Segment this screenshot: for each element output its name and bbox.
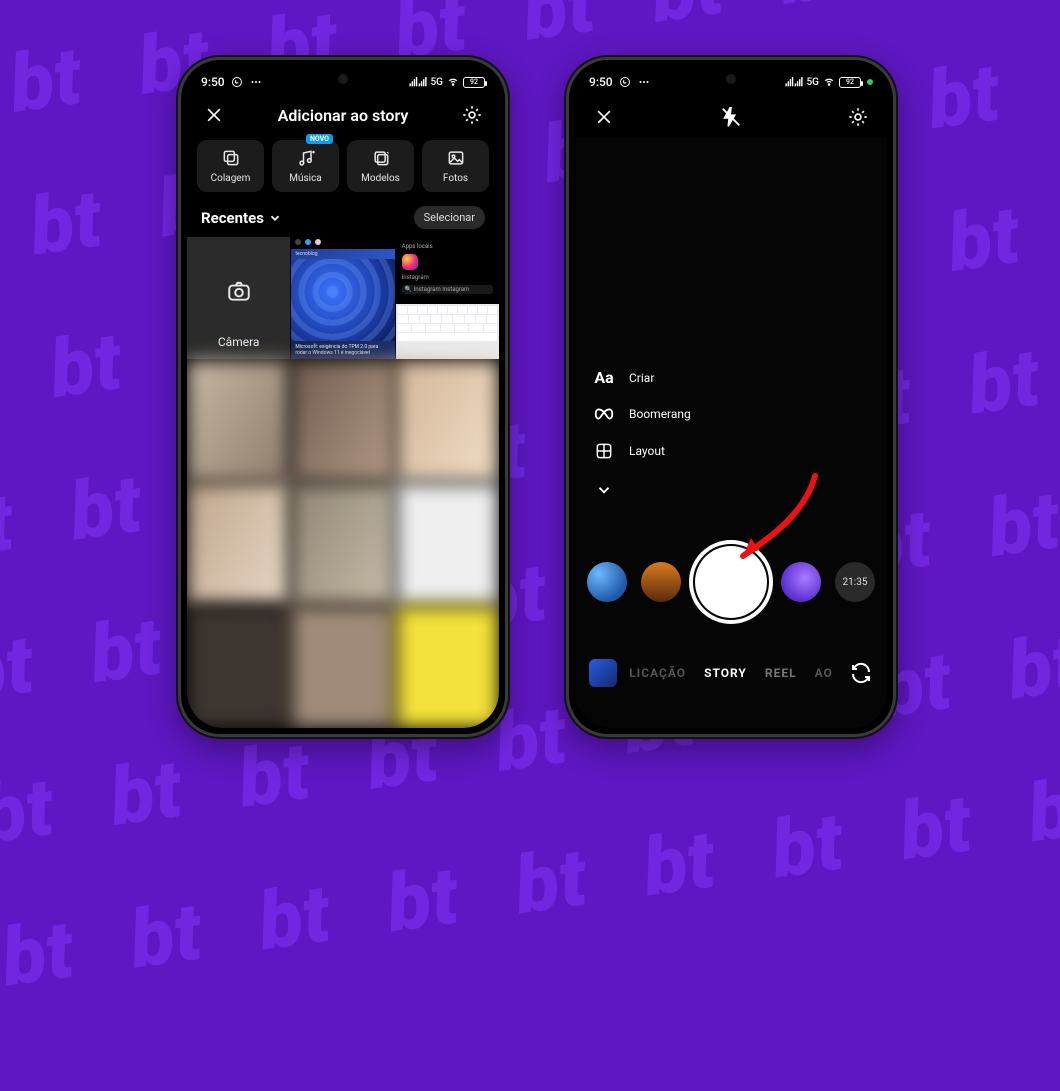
more-status-icon — [637, 76, 651, 88]
battery-icon: 92 — [839, 77, 861, 88]
gallery-thumb-blurred[interactable] — [291, 360, 394, 482]
gallery-thumb-2[interactable]: Apps locais Instagram 🔍 Instagram Instag… — [396, 237, 499, 359]
tab-modelos[interactable]: Modelos — [347, 140, 414, 192]
status-bar: 9:50 5G 92 — [575, 66, 887, 94]
option-boomerang[interactable]: Boomerang — [593, 407, 691, 421]
close-icon[interactable] — [591, 104, 617, 130]
layout-grid-icon — [593, 441, 615, 461]
whatsapp-status-icon — [619, 76, 631, 88]
open-camera-cell[interactable]: Câmera — [187, 237, 290, 359]
switch-camera-icon[interactable] — [849, 661, 873, 685]
templates-icon — [371, 148, 391, 168]
instagram-app-icon — [402, 254, 418, 270]
close-icon[interactable] — [201, 102, 227, 128]
filter-lens-1[interactable] — [587, 562, 627, 602]
camera-label: Câmera — [218, 335, 260, 349]
option-criar[interactable]: Aa Criar — [593, 368, 691, 387]
tab-colagem[interactable]: Colagem — [197, 140, 264, 192]
status-bar: 9:50 5G 92 — [187, 66, 499, 94]
thumb-brand-label: tecnoblog — [291, 249, 394, 259]
lens-4-label: 21:35 — [843, 577, 868, 588]
phone-left: 9:50 5G 92 Adicionar ao story — [178, 57, 508, 737]
wifi-icon — [823, 77, 835, 87]
option-layout[interactable]: Layout — [593, 441, 691, 461]
select-multiple-button[interactable]: Selecionar — [414, 206, 485, 229]
settings-gear-icon[interactable] — [459, 102, 485, 128]
gallery-thumb-1[interactable]: tecnoblog Microsoft: exigência do TPM 2.… — [291, 237, 394, 359]
tab-modelos-label: Modelos — [361, 173, 400, 184]
battery-icon: 92 — [463, 77, 485, 88]
filter-lens-2[interactable] — [641, 562, 681, 602]
mode-publicacao[interactable]: LICAÇÃO — [629, 666, 686, 680]
more-status-icon — [249, 76, 263, 88]
gallery-shortcut-thumb[interactable] — [589, 659, 617, 687]
tab-musica[interactable]: NOVO Música — [272, 140, 339, 192]
option-boomerang-label: Boomerang — [629, 407, 691, 421]
photos-icon — [446, 148, 466, 168]
infinity-icon — [593, 407, 615, 421]
side-options: Aa Criar Boomerang Layout — [593, 368, 691, 499]
mode-story[interactable]: STORY — [704, 666, 747, 680]
tab-musica-label: Música — [289, 173, 322, 184]
screen-left: 9:50 5G 92 Adicionar ao story — [187, 66, 499, 728]
option-layout-label: Layout — [629, 444, 665, 458]
thumb-apps-label: Apps locais — [402, 243, 493, 250]
shutter-button[interactable] — [695, 546, 767, 618]
gallery-thumb-blurred[interactable] — [187, 483, 290, 605]
gallery-thumb-blurred[interactable] — [396, 483, 499, 605]
signal-5g-dual-icon — [409, 77, 427, 87]
filter-lens-3[interactable] — [781, 562, 821, 602]
recents-dropdown[interactable]: Recentes — [201, 209, 282, 227]
create-tabs: Colagem NOVO Música Modelos Fotos — [187, 134, 499, 202]
collage-icon — [221, 148, 241, 168]
story-header: Adicionar ao story — [187, 94, 499, 134]
gallery-thumb-blurred[interactable] — [187, 606, 290, 728]
screen-right: 9:50 5G 92 — [575, 66, 887, 728]
option-expand[interactable] — [593, 481, 691, 499]
gallery-thumb-blurred[interactable] — [396, 360, 499, 482]
chevron-down-icon — [268, 211, 282, 225]
whatsapp-status-icon — [231, 76, 243, 88]
tab-colagem-label: Colagem — [211, 173, 251, 184]
novo-badge: NOVO — [306, 134, 333, 144]
signal-5g-dual-icon — [785, 77, 803, 87]
text-aa-icon: Aa — [593, 368, 615, 387]
chevron-down-icon — [593, 481, 615, 499]
filter-lens-4[interactable]: 21:35 — [835, 562, 875, 602]
thumb-caption: Microsoft: exigência do TPM 2.0 para rod… — [291, 341, 394, 359]
shutter-row: 21:35 — [575, 546, 887, 618]
flash-off-icon[interactable] — [718, 104, 744, 130]
recents-label: Recentes — [201, 209, 264, 227]
camera-viewfinder[interactable]: Aa Criar Boomerang Layout — [575, 138, 887, 728]
thumb-ig-label: Instagram — [402, 274, 493, 281]
header-title: Adicionar ao story — [278, 106, 409, 125]
option-criar-label: Criar — [629, 371, 654, 385]
camera-top-bar — [575, 94, 887, 138]
tab-fotos[interactable]: Fotos — [422, 140, 489, 192]
music-icon — [296, 148, 316, 168]
phone-right: 9:50 5G 92 — [566, 57, 896, 737]
wifi-icon — [447, 77, 459, 87]
status-network: 5G — [431, 77, 444, 88]
mode-row: LICAÇÃO STORY REEL AO — [575, 666, 887, 680]
gallery-thumb-blurred[interactable] — [396, 606, 499, 728]
gallery-thumb-blurred[interactable] — [291, 483, 394, 605]
camera-icon — [226, 278, 252, 307]
gallery-thumb-blurred[interactable] — [187, 360, 290, 482]
gallery-grid[interactable]: Câmera tecnoblog Microsoft: exigência do… — [187, 237, 499, 728]
status-time: 9:50 — [201, 75, 225, 89]
tab-fotos-label: Fotos — [443, 173, 468, 184]
select-label: Selecionar — [424, 211, 475, 224]
camera-active-dot-icon — [867, 79, 873, 85]
status-network: 5G — [807, 77, 820, 88]
gallery-thumb-blurred[interactable] — [291, 606, 394, 728]
recents-bar: Recentes Selecionar — [187, 202, 499, 237]
settings-gear-icon[interactable] — [845, 104, 871, 130]
mode-reel[interactable]: REEL — [765, 666, 797, 680]
mode-ao-vivo[interactable]: AO — [815, 666, 833, 680]
status-time: 9:50 — [589, 75, 613, 89]
